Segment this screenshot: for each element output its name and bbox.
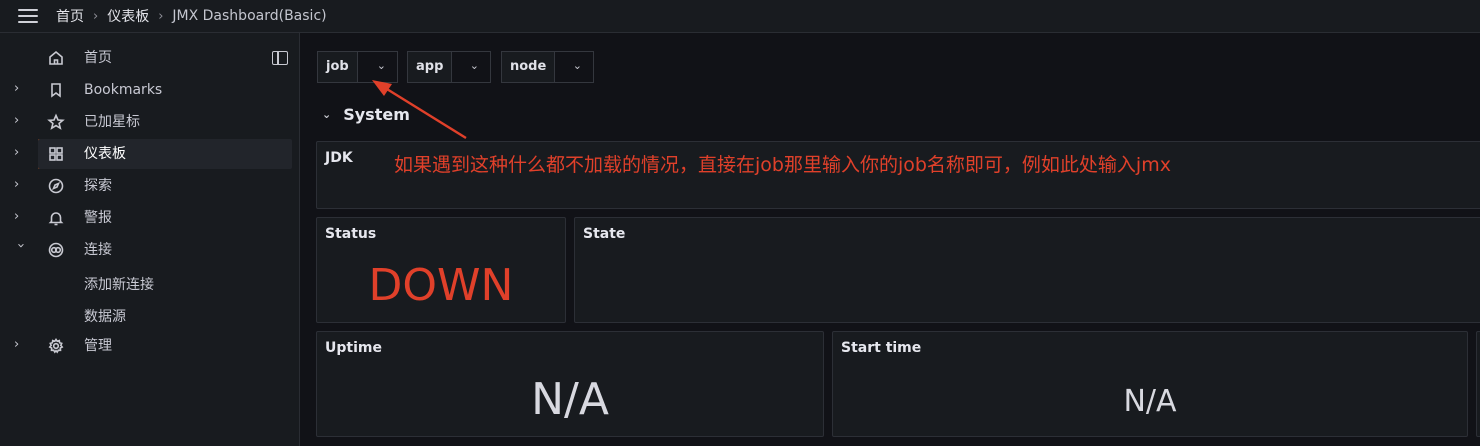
chevron-right-icon[interactable]: › bbox=[14, 337, 26, 353]
panel-state: State bbox=[574, 217, 1480, 323]
variable-node[interactable]: node ⌄ bbox=[501, 51, 594, 83]
sidebar-item-label: 已加星标 bbox=[84, 114, 140, 130]
sidebar-item-dashboards[interactable]: › 仪表板 bbox=[14, 139, 292, 169]
chevron-down-icon: ⌄ bbox=[469, 59, 479, 72]
chevron-down-icon[interactable]: › bbox=[12, 243, 28, 255]
menu-icon[interactable] bbox=[18, 9, 38, 23]
chevron-right-icon[interactable]: › bbox=[14, 177, 26, 193]
chevron-down-icon[interactable]: ⌄ bbox=[322, 108, 331, 121]
panel-status: Status DOWN bbox=[316, 217, 566, 323]
variable-dropdown[interactable]: ⌄ bbox=[358, 52, 397, 82]
sidebar-item-starred[interactable]: › 已加星标 bbox=[0, 107, 300, 137]
start-time-value: N/A bbox=[1123, 384, 1177, 419]
variable-dropdown[interactable]: ⌄ bbox=[452, 52, 490, 82]
chevron-right-icon[interactable]: › bbox=[14, 113, 26, 129]
row-title: System bbox=[343, 105, 410, 124]
bookmark-icon bbox=[51, 83, 61, 98]
chevron-right-icon[interactable]: › bbox=[14, 81, 26, 97]
chevron-down-icon: ⌄ bbox=[572, 59, 582, 72]
star-icon bbox=[47, 113, 65, 130]
breadcrumb-dashboards[interactable]: 仪表板 bbox=[107, 6, 149, 26]
sidebar-item-explore[interactable]: › 探索 bbox=[0, 171, 300, 201]
breadcrumb-current: JMX Dashboard(Basic) bbox=[172, 8, 327, 24]
breadcrumb: 首页 › 仪表板 › JMX Dashboard(Basic) bbox=[56, 0, 327, 32]
variable-job[interactable]: job ⌄ bbox=[317, 51, 398, 83]
bell-icon bbox=[48, 212, 64, 226]
panel-title: Status bbox=[325, 226, 377, 242]
status-value: DOWN bbox=[368, 260, 514, 311]
panel-title: Start time bbox=[841, 340, 922, 356]
uptime-value: N/A bbox=[531, 374, 609, 425]
top-bar: 首页 › 仪表板 › JMX Dashboard(Basic) bbox=[0, 0, 1480, 33]
sidebar: 首页 › Bookmarks › 已加星标 › 仪表板 › 探索 › 警报 › … bbox=[0, 33, 300, 446]
chevron-right-icon[interactable]: › bbox=[14, 145, 26, 161]
breadcrumb-home[interactable]: 首页 bbox=[56, 6, 84, 26]
panel-uptime: Uptime N/A bbox=[316, 331, 824, 437]
variable-label: app bbox=[408, 52, 453, 82]
compass-icon bbox=[48, 178, 64, 194]
sidebar-item-label: 管理 bbox=[84, 338, 112, 354]
sidebar-item-label: Bookmarks bbox=[84, 82, 163, 98]
variable-label: job bbox=[318, 52, 358, 82]
variable-label: node bbox=[502, 52, 556, 82]
panel-title: Uptime bbox=[325, 340, 382, 356]
sidebar-item-label: 探索 bbox=[84, 178, 112, 194]
sidebar-item-bookmarks[interactable]: › Bookmarks bbox=[0, 75, 300, 105]
sidebar-item-label: 警报 bbox=[84, 210, 112, 226]
variable-app[interactable]: app ⌄ bbox=[407, 51, 491, 83]
panel-title: JDK bbox=[325, 150, 353, 166]
sidebar-item-label: 首页 bbox=[84, 50, 112, 66]
sidebar-subitem-add-connection[interactable]: 添加新连接 bbox=[84, 274, 154, 294]
row-header-system[interactable]: ⌄ System bbox=[322, 105, 410, 124]
chevron-right-icon: › bbox=[158, 8, 164, 24]
sidebar-item-alerting[interactable]: › 警报 bbox=[0, 203, 300, 233]
gear-icon bbox=[48, 338, 64, 354]
sidebar-item-label: 连接 bbox=[84, 242, 112, 258]
dashboards-grid-icon bbox=[49, 147, 63, 161]
connections-icon bbox=[48, 242, 64, 258]
chevron-right-icon: › bbox=[93, 8, 99, 24]
sidebar-item-administration[interactable]: › 管理 bbox=[0, 331, 300, 361]
sidebar-item-label: 仪表板 bbox=[84, 146, 126, 162]
sidebar-subitem-data-sources[interactable]: 数据源 bbox=[84, 306, 126, 326]
panel-title: State bbox=[583, 226, 626, 242]
variable-dropdown[interactable]: ⌄ bbox=[555, 52, 593, 82]
chevron-right-icon[interactable]: › bbox=[14, 209, 26, 225]
dashboard-main: job ⌄ app ⌄ node ⌄ ⌄ System JDK Status D… bbox=[300, 33, 1480, 446]
chevron-down-icon: ⌄ bbox=[376, 59, 386, 72]
sidebar-item-home[interactable]: 首页 bbox=[0, 43, 300, 73]
home-icon bbox=[49, 50, 63, 65]
sidebar-item-connections[interactable]: › 连接 bbox=[0, 235, 300, 265]
panel-start-time: Start time N/A bbox=[832, 331, 1468, 437]
annotation-text: 如果遇到这种什么都不加载的情况，直接在job那里输入你的job名称即可，例如此处… bbox=[394, 154, 1171, 176]
panel-partial bbox=[1476, 331, 1480, 437]
